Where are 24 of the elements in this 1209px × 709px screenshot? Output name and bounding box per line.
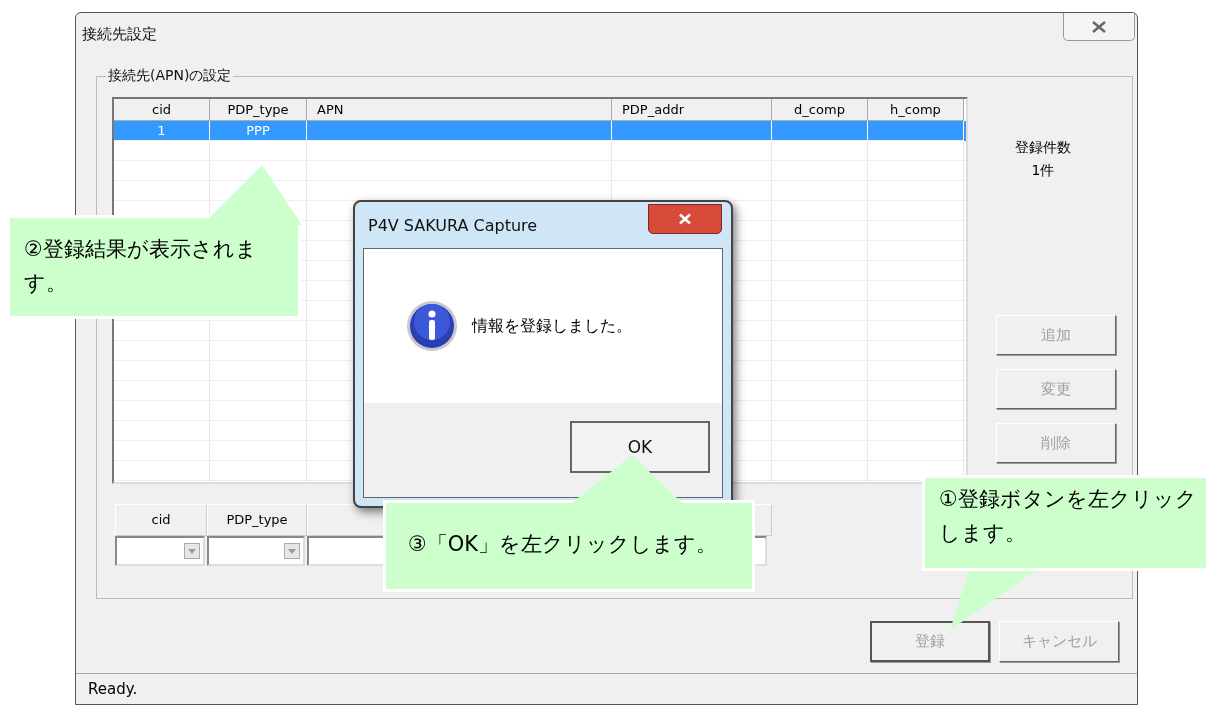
table-cell: 1 <box>157 123 166 138</box>
close-icon <box>677 213 693 225</box>
table-cell: PPP <box>246 123 270 138</box>
dropdown-field[interactable] <box>207 536 305 566</box>
column-header[interactable]: h_comp <box>868 99 964 121</box>
column-header[interactable]: PDP_addr <box>612 99 772 121</box>
close-button[interactable] <box>1063 13 1135 41</box>
close-button[interactable] <box>648 204 722 234</box>
column-header[interactable]: cid <box>114 99 210 121</box>
ok-button[interactable]: OK <box>570 421 710 473</box>
column-header: cid <box>115 504 207 536</box>
column-header[interactable]: d_comp <box>772 99 868 121</box>
dialog-message: 情報を登録しました。 <box>472 315 632 337</box>
info-icon <box>406 300 458 352</box>
window-title: 接続先設定 <box>82 25 157 44</box>
group-title: 接続先(APN)の設定 <box>107 67 233 85</box>
dialog-title: P4V SAKURA Capture <box>368 216 538 235</box>
count-value: 1件 <box>1031 162 1055 180</box>
column-header[interactable]: APN <box>307 99 612 121</box>
status-bar: Ready. <box>76 673 1137 704</box>
column-header: PDP_type <box>207 504 307 536</box>
dropdown-field[interactable] <box>115 536 205 566</box>
column-header[interactable]: PDP_type <box>210 99 307 121</box>
count-label: 登録件数 <box>1015 139 1071 157</box>
